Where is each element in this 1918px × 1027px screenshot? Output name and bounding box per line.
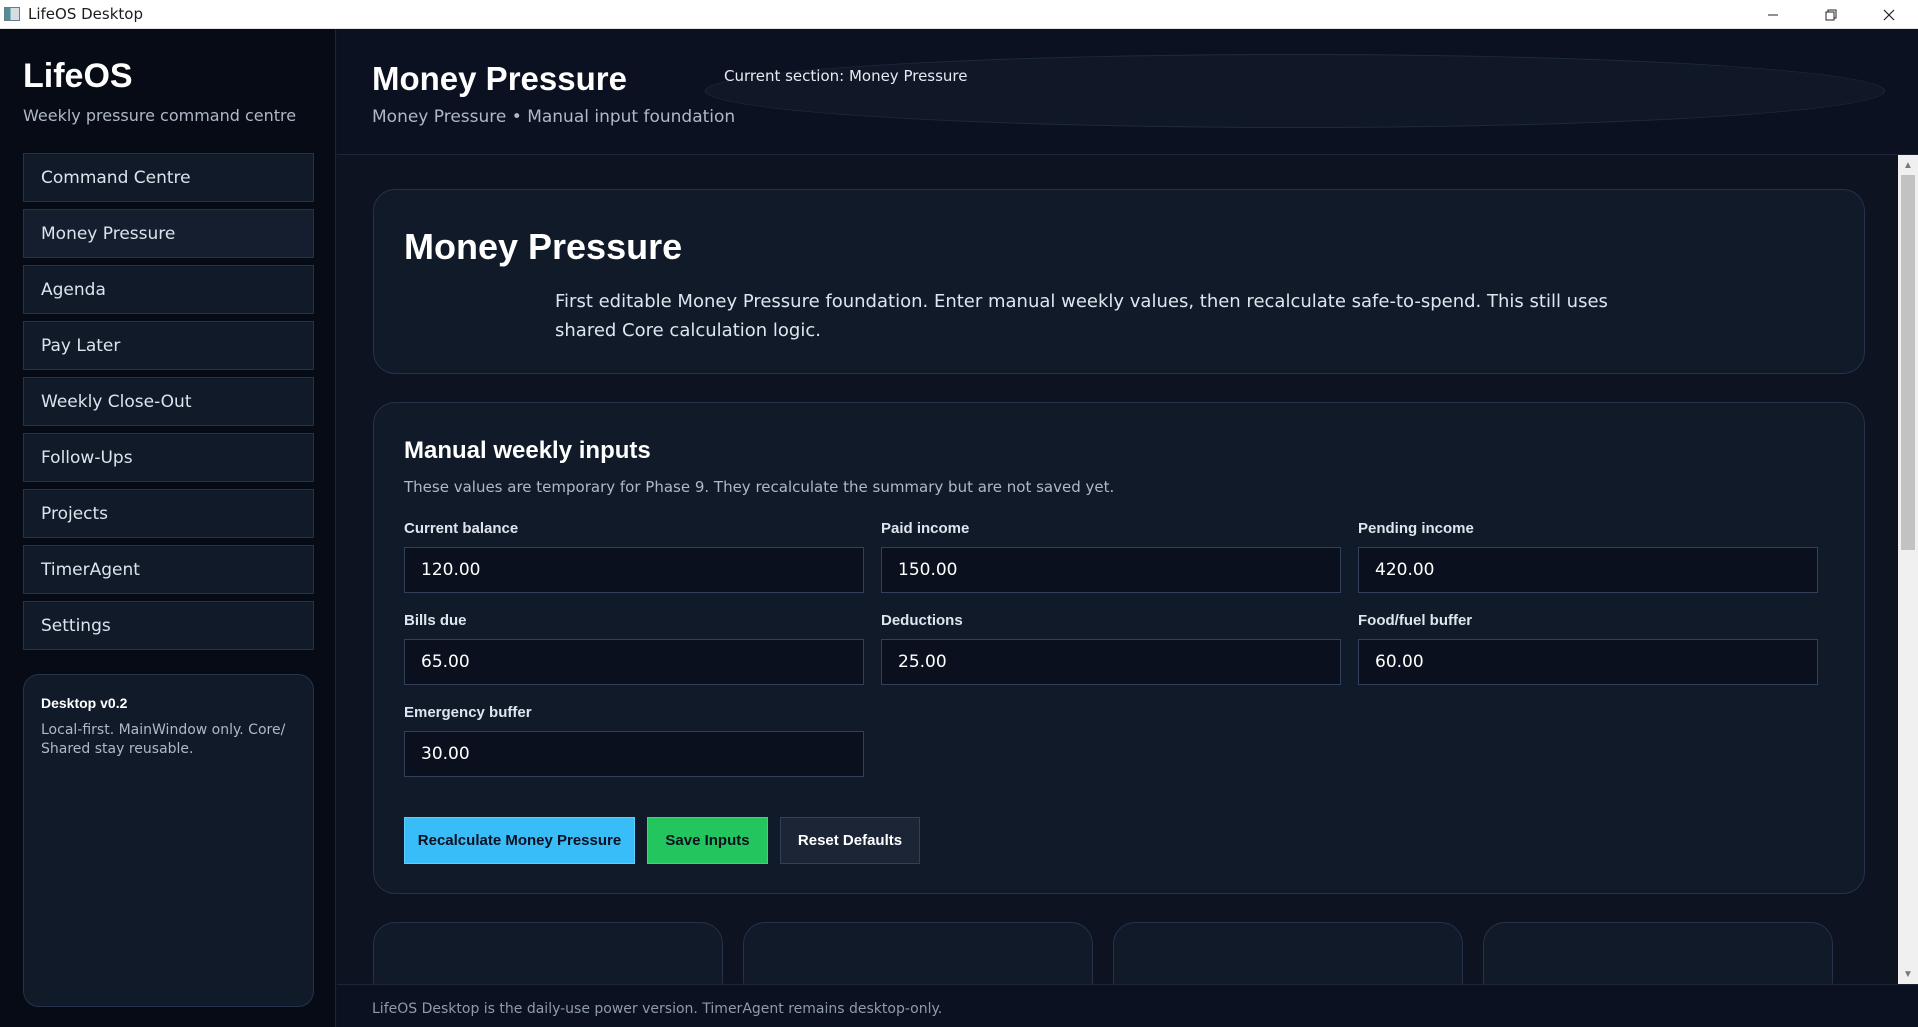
summary-card bbox=[743, 922, 1093, 984]
minimize-button[interactable] bbox=[1744, 0, 1802, 29]
close-icon bbox=[1883, 9, 1895, 20]
scroll-down-icon[interactable]: ▼ bbox=[1898, 966, 1918, 982]
sidebar-item-command-centre[interactable]: Command Centre bbox=[23, 153, 314, 202]
page-title: Money Pressure bbox=[372, 60, 627, 97]
inputs-title: Manual weekly inputs bbox=[404, 437, 651, 464]
pending-income-label: Pending income bbox=[1358, 520, 1474, 537]
bills-due-input[interactable]: 65.00 bbox=[404, 639, 864, 685]
sidebar: LifeOS Weekly pressure command centre Co… bbox=[0, 29, 336, 1027]
food-fuel-buffer-label: Food/fuel buffer bbox=[1358, 612, 1473, 629]
hero-title: Money Pressure bbox=[404, 226, 683, 267]
sidebar-item-timeragent[interactable]: TimerAgent bbox=[23, 545, 314, 594]
deductions-field: Deductions 25.00 bbox=[881, 612, 1341, 685]
scroll-thumb[interactable] bbox=[1901, 175, 1915, 550]
version-card: Desktop v0.2 Local-first. MainWindow onl… bbox=[23, 674, 314, 1007]
sidebar-item-agenda[interactable]: Agenda bbox=[23, 265, 314, 314]
hero-card: Money Pressure First editable Money Pres… bbox=[373, 189, 1865, 374]
paid-income-input[interactable]: 150.00 bbox=[881, 547, 1341, 593]
window-controls bbox=[1744, 0, 1918, 29]
save-inputs-button[interactable]: Save Inputs bbox=[647, 817, 768, 864]
bills-due-label: Bills due bbox=[404, 612, 467, 629]
reset-defaults-button[interactable]: Reset Defaults bbox=[780, 817, 920, 864]
window-title: LifeOS Desktop bbox=[28, 5, 143, 23]
sidebar-item-projects[interactable]: Projects bbox=[23, 489, 314, 538]
current-section-pill bbox=[705, 54, 1885, 128]
version-text: Local-first. MainWindow only. Core/ Shar… bbox=[41, 722, 286, 757]
summary-card bbox=[1483, 922, 1833, 984]
food-fuel-buffer-field: Food/fuel buffer 60.00 bbox=[1358, 612, 1818, 685]
page-header: Money Pressure Money Pressure • Manual i… bbox=[337, 29, 1918, 155]
manual-inputs-card: Manual weekly inputs These values are te… bbox=[373, 402, 1865, 894]
main-content: Money Pressure First editable Money Pres… bbox=[337, 155, 1898, 984]
hero-description: First editable Money Pressure foundation… bbox=[555, 291, 1608, 341]
sidebar-item-follow-ups[interactable]: Follow-Ups bbox=[23, 433, 314, 482]
restore-icon bbox=[1825, 9, 1837, 20]
close-button[interactable] bbox=[1860, 0, 1918, 29]
current-balance-field: Current balance 120.00 bbox=[404, 520, 864, 593]
inputs-hint: These values are temporary for Phase 9. … bbox=[404, 478, 1115, 496]
window-titlebar: LifeOS Desktop bbox=[0, 0, 1918, 29]
food-fuel-buffer-input[interactable]: 60.00 bbox=[1358, 639, 1818, 685]
footer-text: LifeOS Desktop is the daily-use power ve… bbox=[372, 1001, 943, 1017]
page-subtitle: Money Pressure • Manual input foundation bbox=[372, 107, 736, 127]
brand-tagline: Weekly pressure command centre bbox=[23, 106, 297, 125]
paid-income-field: Paid income 150.00 bbox=[881, 520, 1341, 593]
sidebar-item-pay-later[interactable]: Pay Later bbox=[23, 321, 314, 370]
deductions-input[interactable]: 25.00 bbox=[881, 639, 1341, 685]
current-balance-input[interactable]: 120.00 bbox=[404, 547, 864, 593]
minimize-icon bbox=[1768, 14, 1778, 15]
sidebar-item-weekly-close-out[interactable]: Weekly Close-Out bbox=[23, 377, 314, 426]
current-balance-label: Current balance bbox=[404, 520, 519, 537]
emergency-buffer-field: Emergency buffer 30.00 bbox=[404, 704, 864, 777]
version-title: Desktop v0.2 bbox=[41, 695, 128, 711]
summary-card bbox=[373, 922, 723, 984]
recalculate-button[interactable]: Recalculate Money Pressure bbox=[404, 817, 635, 864]
pending-income-field: Pending income 420.00 bbox=[1358, 520, 1818, 593]
vertical-scrollbar[interactable]: ▲ ▼ bbox=[1898, 155, 1918, 984]
sidebar-item-money-pressure[interactable]: Money Pressure bbox=[23, 209, 314, 258]
pending-income-input[interactable]: 420.00 bbox=[1358, 547, 1818, 593]
restore-button[interactable] bbox=[1802, 0, 1860, 29]
deductions-label: Deductions bbox=[881, 612, 963, 629]
app-icon bbox=[4, 7, 20, 21]
emergency-buffer-label: Emergency buffer bbox=[404, 704, 532, 721]
paid-income-label: Paid income bbox=[881, 520, 970, 537]
status-footer: LifeOS Desktop is the daily-use power ve… bbox=[337, 984, 1918, 1027]
sidebar-nav: Command Centre Money Pressure Agenda Pay… bbox=[23, 153, 314, 657]
sidebar-item-settings[interactable]: Settings bbox=[23, 601, 314, 650]
brand-title: LifeOS bbox=[23, 57, 133, 95]
bills-due-field: Bills due 65.00 bbox=[404, 612, 864, 685]
emergency-buffer-input[interactable]: 30.00 bbox=[404, 731, 864, 777]
scroll-up-icon[interactable]: ▲ bbox=[1898, 157, 1918, 173]
current-section-label: Current section: Money Pressure bbox=[724, 67, 968, 85]
summary-card bbox=[1113, 922, 1463, 984]
